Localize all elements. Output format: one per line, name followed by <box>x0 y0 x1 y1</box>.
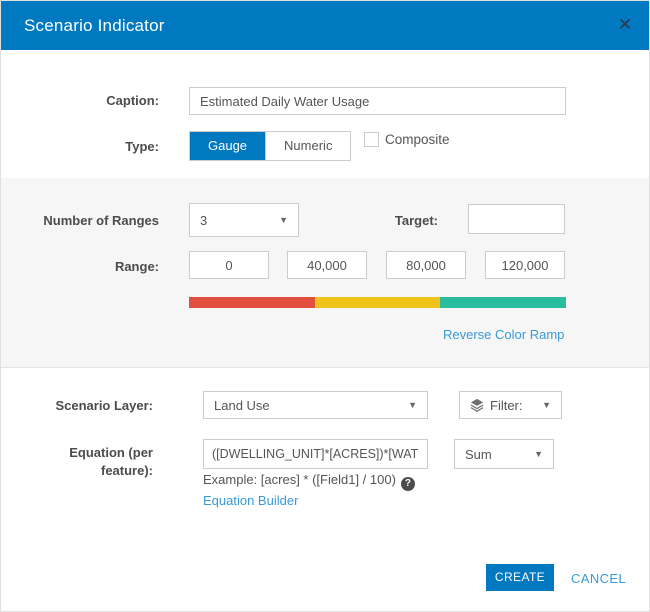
range-input-3[interactable] <box>386 251 466 279</box>
chevron-down-icon: ▼ <box>408 400 417 410</box>
equation-label-line1: Equation (per <box>69 445 153 460</box>
type-label: Type: <box>125 139 159 154</box>
range-label: Range: <box>114 259 159 274</box>
dialog-title: Scenario Indicator <box>24 16 165 35</box>
type-option-gauge[interactable]: Gauge <box>190 132 266 160</box>
close-icon[interactable]: ✕ <box>614 14 636 36</box>
filter-dropdown[interactable]: Filter: ▼ <box>459 391 562 419</box>
scenario-indicator-dialog: Scenario Indicator ✕ Caption: Type: Gaug… <box>0 0 650 612</box>
cancel-button[interactable]: CANCEL <box>571 571 626 586</box>
target-input[interactable] <box>468 204 565 234</box>
caption-label: Caption: <box>106 93 159 108</box>
layers-icon <box>470 398 484 412</box>
scenario-layer-label: Scenario Layer: <box>55 398 153 413</box>
equation-example-text: Example: [acres] * ([Field1] / 100) <box>203 472 396 487</box>
equation-label: Equation (per feature): <box>1 444 153 479</box>
range-input-1[interactable] <box>189 251 269 279</box>
aggregation-dropdown[interactable]: Sum ▼ <box>454 439 554 469</box>
help-icon[interactable]: ? <box>400 477 415 491</box>
composite-label: Composite <box>385 132 450 147</box>
color-ramp <box>189 297 567 308</box>
color-ramp-segment-yellow <box>314 297 441 308</box>
range-input-2[interactable] <box>287 251 367 279</box>
create-button[interactable]: CREATE <box>486 564 554 591</box>
chevron-down-icon: ▼ <box>542 400 551 410</box>
scenario-layer-dropdown[interactable]: Land Use ▼ <box>203 391 428 419</box>
caption-input[interactable] <box>189 87 566 115</box>
equation-label-line2: feature): <box>100 462 153 478</box>
equation-example: Example: [acres] * ([Field1] / 100)? <box>203 472 415 491</box>
chevron-down-icon: ▼ <box>534 449 543 459</box>
color-ramp-segment-red <box>189 297 315 308</box>
target-label: Target: <box>394 213 438 228</box>
type-segmented-control: Gauge Numeric <box>189 131 352 161</box>
composite-checkbox[interactable] <box>364 132 379 147</box>
reverse-color-ramp-link[interactable]: Reverse Color Ramp <box>443 327 564 342</box>
scenario-layer-value: Land Use <box>214 397 270 413</box>
range-input-4[interactable] <box>485 251 565 279</box>
number-of-ranges-label: Number of Ranges <box>43 213 159 228</box>
equation-input[interactable] <box>203 439 428 469</box>
aggregation-value: Sum <box>465 446 492 462</box>
color-ramp-segment-green <box>440 297 567 308</box>
equation-builder-link[interactable]: Equation Builder <box>203 493 298 508</box>
filter-label: Filter: <box>490 397 523 413</box>
type-option-numeric[interactable]: Numeric <box>265 132 351 160</box>
number-of-ranges-value: 3 <box>200 212 208 228</box>
dialog-titlebar: Scenario Indicator ✕ <box>1 1 649 50</box>
